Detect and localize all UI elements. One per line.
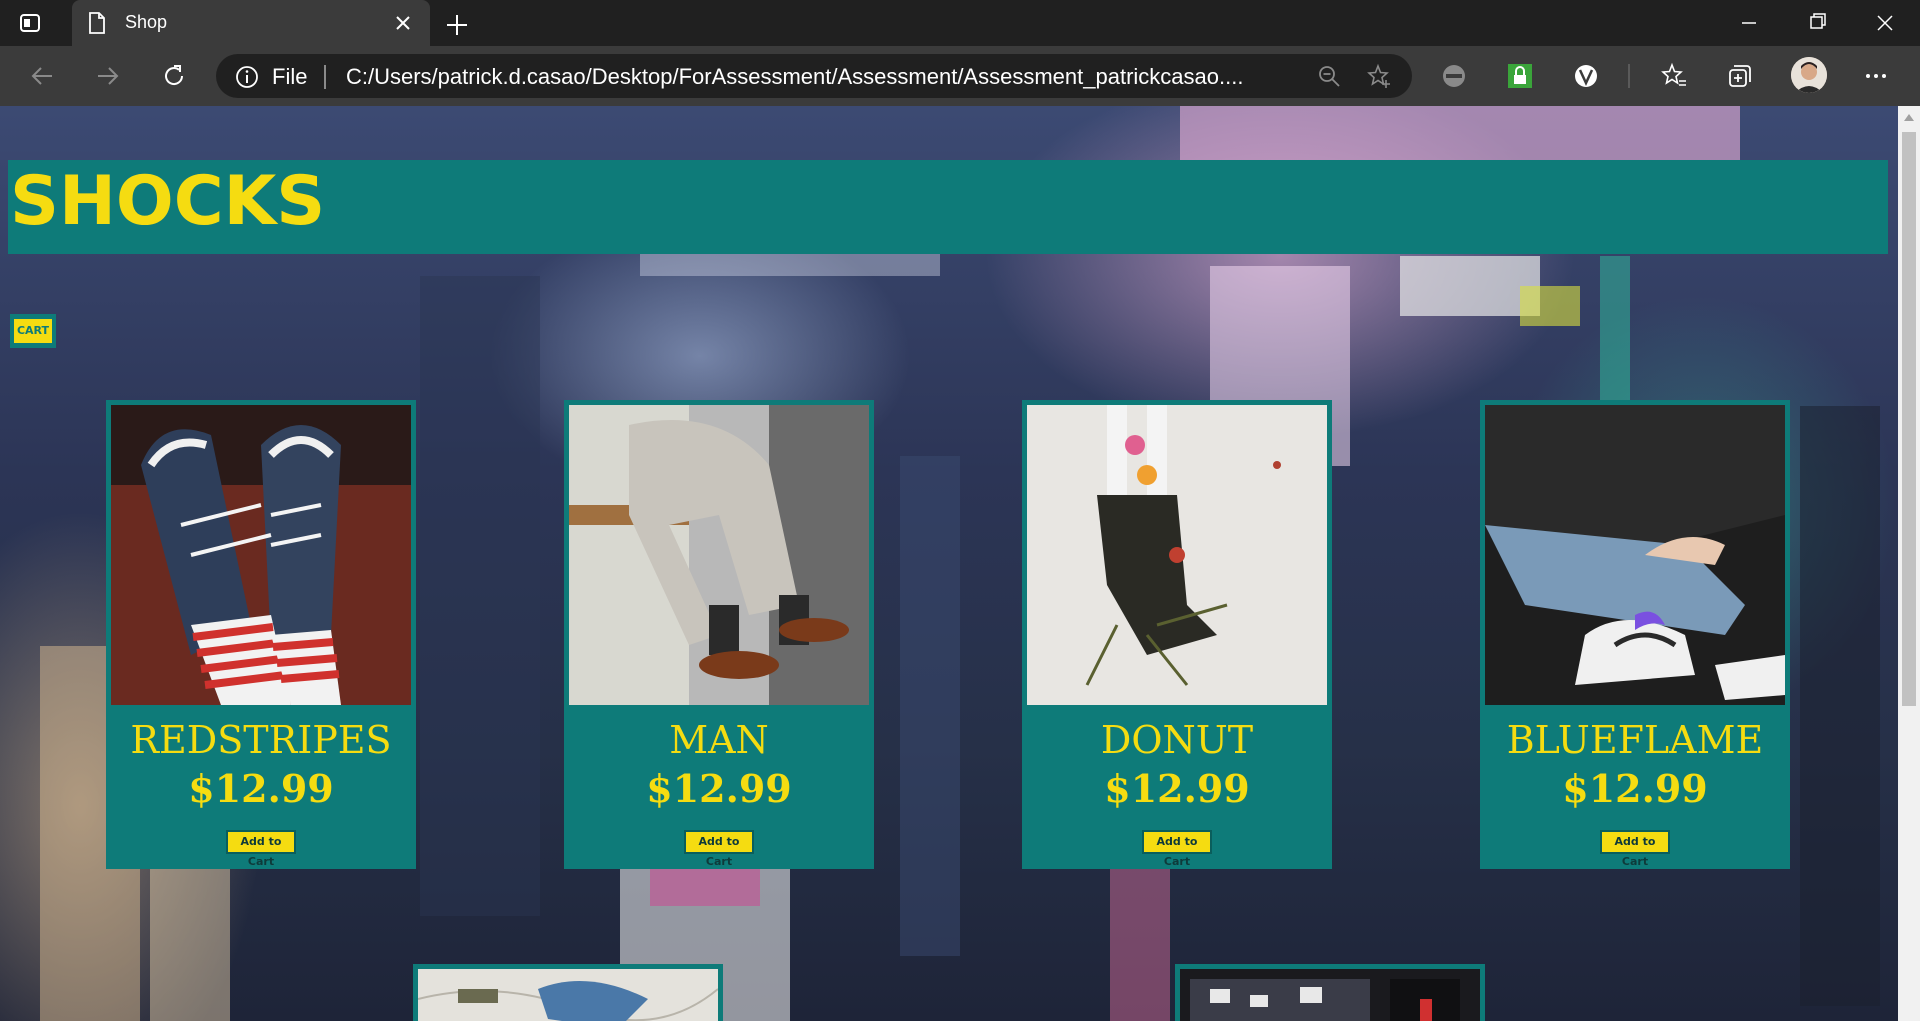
man-sitting-bench-image xyxy=(569,405,869,705)
file-label: File xyxy=(272,64,308,89)
product-price: $12.99 xyxy=(1104,766,1250,811)
page-icon xyxy=(89,12,105,34)
product-card: MAN $12.99 Add to Cart xyxy=(564,400,874,869)
add-to-cart-button[interactable]: Add to Cart xyxy=(226,830,296,868)
product-card: BLUEFLAME $12.99 Add to Cart xyxy=(1480,400,1790,869)
profile-face-icon xyxy=(1791,57,1827,93)
product-name: DONUT xyxy=(1100,718,1254,762)
new-tab-icon[interactable] xyxy=(443,11,471,39)
site-header: SHOCKS xyxy=(8,160,1888,254)
product-image xyxy=(1027,405,1327,705)
product-image xyxy=(418,969,718,1021)
toolbar-separator xyxy=(1628,64,1630,88)
url-text[interactable]: C:/Users/patrick.d.casao/Desktop/ForAsse… xyxy=(346,64,1243,90)
address-separator xyxy=(324,65,326,89)
extension-icon[interactable] xyxy=(1440,62,1468,90)
zoom-out-icon[interactable] xyxy=(1316,63,1342,89)
close-tab-icon[interactable] xyxy=(392,12,414,34)
site-logo[interactable]: SHOCKS xyxy=(10,162,325,241)
marble-product-image xyxy=(418,969,718,1021)
address-bar[interactable]: File C:/Users/patrick.d.casao/Desktop/Fo… xyxy=(216,54,1412,98)
browser-toolbar: File C:/Users/patrick.d.casao/Desktop/Fo… xyxy=(0,46,1920,106)
more-options-icon[interactable] xyxy=(1862,62,1890,90)
add-to-cart-button[interactable]: Add to Cart xyxy=(1142,830,1212,868)
tab-shop[interactable]: Shop xyxy=(72,0,430,46)
scroll-up-icon[interactable] xyxy=(1903,112,1915,122)
sneakers-striped-socks-image xyxy=(111,405,411,705)
refresh-icon[interactable] xyxy=(160,62,188,90)
product-name: REDSTRIPES xyxy=(130,718,392,762)
restore-icon[interactable] xyxy=(1782,0,1852,46)
product-price: $12.99 xyxy=(1562,766,1708,811)
product-image xyxy=(569,405,869,705)
product-name: BLUEFLAME xyxy=(1506,718,1764,762)
minimize-icon[interactable] xyxy=(1714,0,1784,46)
add-to-cart-button[interactable]: Add to Cart xyxy=(684,830,754,868)
product-card-partial xyxy=(1175,964,1485,1021)
lock-extension-icon[interactable] xyxy=(1506,62,1534,90)
page-scrollbar[interactable] xyxy=(1898,106,1920,1021)
room-product-image xyxy=(1180,969,1480,1021)
profile-avatar[interactable] xyxy=(1791,57,1827,93)
add-favorite-icon[interactable] xyxy=(1366,63,1392,89)
cart-button[interactable]: CART xyxy=(10,314,56,348)
info-icon[interactable] xyxy=(234,64,260,90)
product-price: $12.99 xyxy=(646,766,792,811)
tab-actions-icon[interactable] xyxy=(18,11,42,35)
back-icon[interactable] xyxy=(28,62,56,90)
product-price: $12.99 xyxy=(188,766,334,811)
close-window-icon[interactable] xyxy=(1850,0,1920,46)
favorites-icon[interactable] xyxy=(1660,62,1688,90)
page-viewport: SHOCKS CART REDSTRIPES $12.99 Add to Car… xyxy=(0,106,1898,1021)
product-name: MAN xyxy=(669,718,769,762)
tab-strip: Shop xyxy=(0,0,1920,46)
forward-icon[interactable] xyxy=(94,62,122,90)
product-card: REDSTRIPES $12.99 Add to Cart xyxy=(106,400,416,869)
product-card: DONUT $12.99 Add to Cart xyxy=(1022,400,1332,869)
scrollbar-thumb[interactable] xyxy=(1902,132,1916,706)
product-image xyxy=(1485,405,1785,705)
product-image xyxy=(1180,969,1480,1021)
collections-icon[interactable] xyxy=(1726,62,1754,90)
product-image xyxy=(111,405,411,705)
tab-title: Shop xyxy=(125,12,168,32)
v-extension-icon[interactable] xyxy=(1572,62,1600,90)
product-card-partial xyxy=(413,964,723,1021)
jeans-sneakers-image xyxy=(1485,405,1785,705)
add-to-cart-button[interactable]: Add to Cart xyxy=(1600,830,1670,868)
cart-label: CART xyxy=(14,319,52,343)
boots-in-snow-image xyxy=(1027,405,1327,705)
